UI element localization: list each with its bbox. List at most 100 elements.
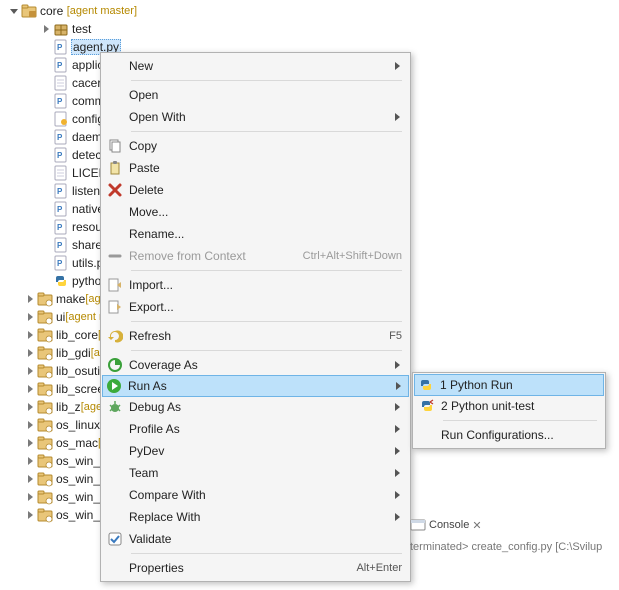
console-icon: [410, 517, 426, 533]
pythonunit-icon: [417, 398, 437, 414]
project-folder-icon: [37, 471, 53, 487]
remove-icon: [105, 248, 125, 264]
python-icon: [416, 377, 436, 393]
tree-node-label: os_mac: [56, 436, 98, 450]
menu-item-label: Open: [129, 88, 402, 102]
menu-item-team[interactable]: Team: [103, 462, 408, 484]
menu-item-coverage-as[interactable]: Coverage As: [103, 354, 408, 376]
pythonlib-icon: [53, 273, 69, 289]
blank-icon: [105, 487, 125, 503]
chevron-right-icon[interactable]: [24, 455, 36, 467]
menu-item-label: Import...: [129, 278, 402, 292]
submenu-item-python-unit-test[interactable]: 2 Python unit-test: [415, 395, 603, 417]
menu-item-label: Coverage As: [129, 358, 386, 372]
tree-node-decor: [agent master]: [67, 5, 137, 17]
menu-item-label: Replace With: [129, 510, 386, 524]
tree-node-label: core: [40, 4, 63, 18]
menu-item-shortcut: F5: [389, 330, 402, 342]
tree-node-label: lib_osutil: [56, 364, 103, 378]
chevron-right-icon[interactable]: [40, 23, 52, 35]
menu-item-label: 2 Python unit-test: [441, 399, 597, 413]
menu-item-label: Run Configurations...: [441, 428, 597, 442]
menu-item-replace-with[interactable]: Replace With: [103, 506, 408, 528]
chevron-right-icon[interactable]: [24, 491, 36, 503]
blank-icon: [105, 421, 125, 437]
chevron-right-icon[interactable]: [24, 419, 36, 431]
delete-icon: [105, 182, 125, 198]
project-folder-icon: [37, 417, 53, 433]
menu-item-open-with[interactable]: Open With: [103, 106, 408, 128]
menu-item-label: Run As: [128, 379, 387, 393]
menu-item-remove-from-context: Remove from ContextCtrl+Alt+Shift+Down: [103, 245, 408, 267]
menu-item-move[interactable]: Move...: [103, 201, 408, 223]
menu-item-compare-with[interactable]: Compare With: [103, 484, 408, 506]
project-folder-icon: [37, 399, 53, 415]
chevron-right-icon[interactable]: [24, 383, 36, 395]
menu-item-new[interactable]: New: [103, 55, 408, 77]
submenu-item-python-run[interactable]: 1 Python Run: [414, 374, 604, 396]
tree-node-label: ui: [56, 310, 65, 324]
chevron-right-icon[interactable]: [24, 473, 36, 485]
chevron-right-icon[interactable]: [24, 437, 36, 449]
project-folder-icon: [37, 453, 53, 469]
blank-icon: [105, 87, 125, 103]
submenu-arrow-icon: [392, 401, 402, 413]
menu-item-rename[interactable]: Rename...: [103, 223, 408, 245]
py-icon: [53, 129, 69, 145]
menu-item-label: Team: [129, 466, 386, 480]
chevron-right-icon[interactable]: [24, 329, 36, 341]
file-icon: [53, 75, 69, 91]
menu-item-label: PyDev: [129, 444, 386, 458]
tree-node-core[interactable]: core [agent master]: [4, 2, 619, 20]
submenu-item-run-configurations[interactable]: Run Configurations...: [415, 424, 603, 446]
export-icon: [105, 299, 125, 315]
blank-icon: [105, 465, 125, 481]
menu-item-profile-as[interactable]: Profile As: [103, 418, 408, 440]
submenu-arrow-icon: [392, 60, 402, 72]
close-icon[interactable]: ✕: [472, 519, 481, 532]
menu-item-label: New: [129, 59, 386, 73]
py-icon: [53, 255, 69, 271]
project-folder-icon: [37, 381, 53, 397]
chevron-right-icon[interactable]: [24, 509, 36, 521]
project-folder-icon: [37, 489, 53, 505]
project-folder-icon: [37, 435, 53, 451]
menu-item-refresh[interactable]: Refresh F5: [103, 325, 408, 347]
py-icon: [53, 219, 69, 235]
menu-item-label: Paste: [129, 161, 402, 175]
menu-item-label: Move...: [129, 205, 402, 219]
menu-item-run-as[interactable]: Run As: [102, 375, 409, 397]
menu-item-delete[interactable]: Delete: [103, 179, 408, 201]
menu-item-shortcut: Alt+Enter: [356, 562, 402, 574]
console-tab[interactable]: Console ✕: [410, 517, 482, 533]
menu-item-paste[interactable]: Paste: [103, 157, 408, 179]
submenu-arrow-icon: [392, 359, 402, 371]
menu-item-properties[interactable]: PropertiesAlt+Enter: [103, 557, 408, 579]
menu-item-import[interactable]: Import...: [103, 274, 408, 296]
console-tab-label: Console: [429, 519, 469, 531]
chevron-down-icon[interactable]: [8, 5, 20, 17]
run-as-submenu[interactable]: 1 Python Run 2 Python unit-test Run Config…: [412, 372, 606, 449]
py-icon: [53, 201, 69, 217]
menu-item-open[interactable]: Open: [103, 84, 408, 106]
menu-item-export[interactable]: Export...: [103, 296, 408, 318]
tree-node[interactable]: test: [4, 20, 619, 38]
chevron-right-icon[interactable]: [24, 401, 36, 413]
submenu-arrow-icon: [393, 380, 403, 392]
menu-item-label: Refresh: [129, 329, 379, 343]
menu-item-pydev[interactable]: PyDev: [103, 440, 408, 462]
menu-item-validate[interactable]: Validate: [103, 528, 408, 550]
tree-node-label: lib_z: [56, 400, 81, 414]
py-icon: [53, 183, 69, 199]
py-icon: [53, 147, 69, 163]
menu-item-label: Export...: [129, 300, 402, 314]
chevron-right-icon[interactable]: [24, 365, 36, 377]
file-icon: [53, 165, 69, 181]
context-menu[interactable]: New Open Open With Copy Paste Delete Move... Re…: [100, 52, 411, 582]
chevron-right-icon[interactable]: [24, 347, 36, 359]
chevron-right-icon[interactable]: [24, 311, 36, 323]
menu-item-copy[interactable]: Copy: [103, 135, 408, 157]
project-folder-icon: [37, 291, 53, 307]
menu-item-debug-as[interactable]: Debug As: [103, 396, 408, 418]
chevron-right-icon[interactable]: [24, 293, 36, 305]
